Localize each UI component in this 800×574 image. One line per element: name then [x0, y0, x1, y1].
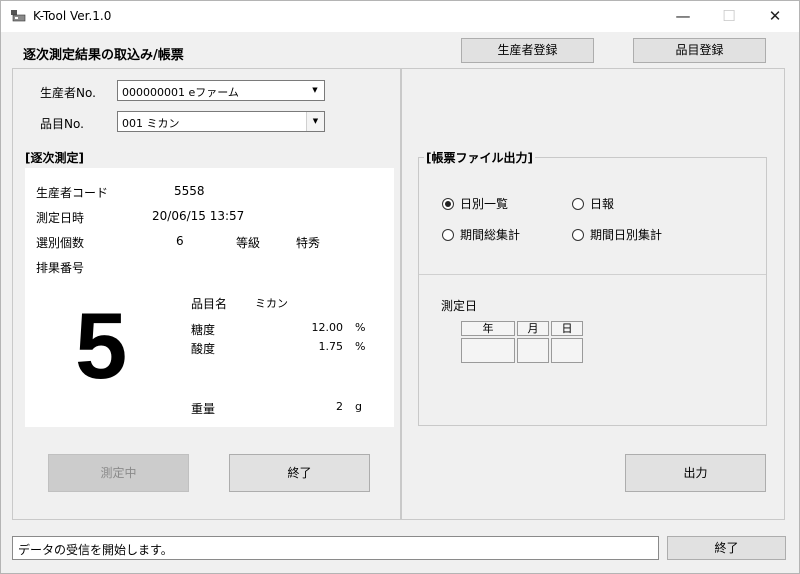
- item-name-label: 品目名: [191, 297, 228, 311]
- sugar-label: 糖度: [191, 323, 216, 337]
- weight-value: 2: [336, 400, 343, 413]
- producer-select-value: 000000001 eファーム: [122, 86, 239, 99]
- measurement-group-title: [逐次測定]: [25, 151, 84, 165]
- producer-code-value: 5558: [174, 184, 205, 198]
- app-icon: [11, 10, 26, 22]
- window-title: K-Tool Ver.1.0: [33, 9, 112, 23]
- item-select-value: 001 ミカン: [122, 117, 180, 130]
- radio-icon[interactable]: [572, 228, 584, 241]
- sugar-unit: %: [355, 321, 366, 334]
- app-window: K-Tool Ver.1.0 — ☐ ✕ 逐次測定結果の取込み/帳票 生産者登録…: [0, 0, 800, 574]
- report-divider: [419, 274, 766, 275]
- day-header: 日: [551, 321, 583, 336]
- output-button[interactable]: 出力: [625, 454, 766, 492]
- sugar-value: 12.00: [311, 321, 344, 334]
- month-header: 月: [517, 321, 549, 336]
- radio-daily-report[interactable]: 日報: [572, 195, 614, 212]
- radio-period-total[interactable]: 期間総集計: [442, 226, 520, 243]
- item-name-value: ミカン: [255, 297, 288, 310]
- date-label: 測定日: [441, 299, 478, 313]
- producer-select[interactable]: 000000001 eファーム ▼: [117, 80, 325, 101]
- chevron-down-icon[interactable]: ▼: [306, 81, 324, 100]
- weight-label: 重量: [191, 402, 216, 416]
- radio-icon[interactable]: [572, 197, 584, 210]
- year-header: 年: [461, 321, 515, 336]
- maximize-button[interactable]: ☐: [706, 1, 752, 32]
- grade-label: 等級: [236, 236, 261, 250]
- producer-register-button[interactable]: 生産者登録: [461, 38, 594, 63]
- grade-value: 特秀: [296, 236, 321, 250]
- radio-daily-report-label: 日報: [590, 197, 615, 211]
- seq-label: 排果番号: [36, 261, 85, 275]
- radio-period-total-label: 期間総集計: [460, 228, 521, 242]
- report-group-title: [帳票ファイル出力]: [424, 149, 535, 166]
- measurement-panel: 生産者コード 5558 測定日時 20/06/15 13:57 選別個数 6 等…: [25, 168, 394, 427]
- item-register-button[interactable]: 品目登録: [633, 38, 766, 63]
- count-label: 選別個数: [36, 236, 85, 250]
- chevron-down-icon[interactable]: ▼: [306, 112, 324, 131]
- radio-selected-icon[interactable]: [442, 197, 454, 210]
- radio-daily-list[interactable]: 日別一覧: [442, 195, 508, 212]
- status-message: データの受信を開始します。: [12, 536, 659, 560]
- radio-period-daily-total[interactable]: 期間日別集計: [572, 226, 662, 243]
- close-button[interactable]: ✕: [752, 1, 798, 32]
- item-label: 品目No.: [40, 117, 84, 131]
- title-bar: K-Tool Ver.1.0 — ☐ ✕: [1, 1, 799, 32]
- month-field[interactable]: [517, 338, 549, 363]
- radio-daily-list-label: 日別一覧: [460, 197, 509, 211]
- minimize-button[interactable]: —: [660, 1, 706, 32]
- seq-value: 5: [75, 293, 128, 398]
- item-select[interactable]: 001 ミカン ▼: [117, 111, 325, 132]
- datetime-value: 20/06/15 13:57: [152, 209, 245, 223]
- acid-label: 酸度: [191, 342, 216, 356]
- radio-icon[interactable]: [442, 228, 454, 241]
- producer-label: 生産者No.: [40, 86, 96, 100]
- radio-period-daily-total-label: 期間日別集計: [590, 228, 663, 242]
- status-end-button[interactable]: 終了: [667, 536, 786, 560]
- measuring-button[interactable]: 測定中: [48, 454, 189, 492]
- datetime-label: 測定日時: [36, 211, 85, 225]
- weight-unit: g: [355, 400, 362, 413]
- day-field[interactable]: [551, 338, 583, 363]
- year-field[interactable]: [461, 338, 515, 363]
- count-value: 6: [176, 234, 184, 248]
- producer-code-label: 生産者コード: [36, 186, 109, 200]
- page-title: 逐次測定結果の取込み/帳票: [23, 48, 184, 63]
- acid-value: 1.75: [318, 340, 344, 353]
- acid-unit: %: [355, 340, 366, 353]
- end-button[interactable]: 終了: [229, 454, 370, 492]
